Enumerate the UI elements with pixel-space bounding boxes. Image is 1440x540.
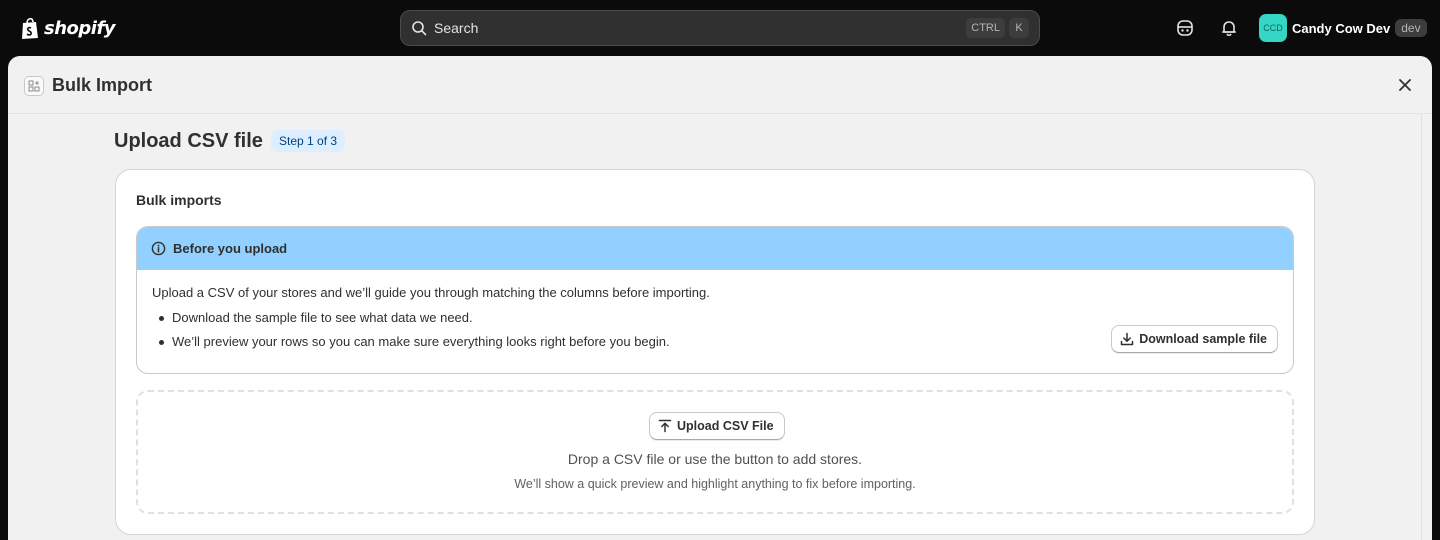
list-item: We’ll preview your rows so you can make … (152, 334, 1278, 358)
step-badge: Step 1 of 3 (271, 130, 346, 152)
search-icon (412, 21, 427, 36)
shopify-wordmark: shopify (44, 17, 116, 39)
top-bar: shopify Search CTRL K CCD Candy Cow Dev … (0, 0, 1440, 56)
banner-bullet-list: Download the sample file to see what dat… (152, 310, 1278, 358)
banner-body: Upload a CSV of your stores and we’ll gu… (137, 270, 1293, 358)
upload-icon (658, 419, 672, 433)
info-icon (151, 241, 166, 256)
app-icon (24, 76, 44, 96)
card-title: Bulk imports (136, 192, 222, 208)
search-placeholder: Search (434, 20, 479, 36)
dropzone-subtext: We’ll show a quick preview and highlight… (514, 477, 916, 491)
search-bar[interactable]: Search CTRL K (400, 10, 1040, 46)
banner-header: Before you upload (137, 227, 1293, 270)
download-icon (1120, 332, 1134, 346)
shopify-bag-icon (22, 17, 38, 39)
avatar: CCD (1259, 14, 1287, 42)
shortcut-key-k: K (1009, 18, 1029, 38)
shopify-logo[interactable]: shopify (20, 14, 116, 42)
account-name: Candy Cow Dev (1292, 20, 1391, 36)
env-badge: dev (1395, 19, 1427, 37)
modal-title: Bulk Import (52, 75, 153, 95)
sidekick-icon[interactable] (1175, 18, 1195, 38)
page-title: Upload CSV file (114, 130, 263, 152)
banner-title: Before you upload (173, 241, 288, 256)
upload-csv-button[interactable]: Upload CSV File (649, 412, 785, 440)
info-banner: Before you upload Upload a CSV of your s… (136, 226, 1294, 374)
modal-header: Bulk Import (8, 56, 1432, 114)
download-sample-button[interactable]: Download sample file (1111, 325, 1278, 353)
account-menu[interactable]: CCD Candy Cow Dev dev (1259, 14, 1427, 42)
shortcut-key-ctrl: CTRL (966, 18, 1005, 38)
download-sample-label: Download sample file (1139, 332, 1267, 346)
bulk-imports-card: Bulk imports Before you upload Upload a … (115, 169, 1315, 535)
upload-csv-label: Upload CSV File (677, 419, 774, 433)
bell-icon[interactable] (1219, 18, 1239, 38)
scrollbar[interactable] (1421, 114, 1432, 540)
csv-dropzone[interactable]: Upload CSV File Drop a CSV file or use t… (136, 390, 1294, 514)
banner-description: Upload a CSV of your stores and we’ll gu… (152, 285, 710, 300)
dropzone-text: Drop a CSV file or use the button to add… (567, 451, 863, 467)
close-icon[interactable] (1396, 76, 1414, 94)
bulk-import-modal: Bulk Import Upload CSV file Step 1 of 3 … (8, 56, 1432, 540)
list-item: Download the sample file to see what dat… (152, 310, 1278, 334)
